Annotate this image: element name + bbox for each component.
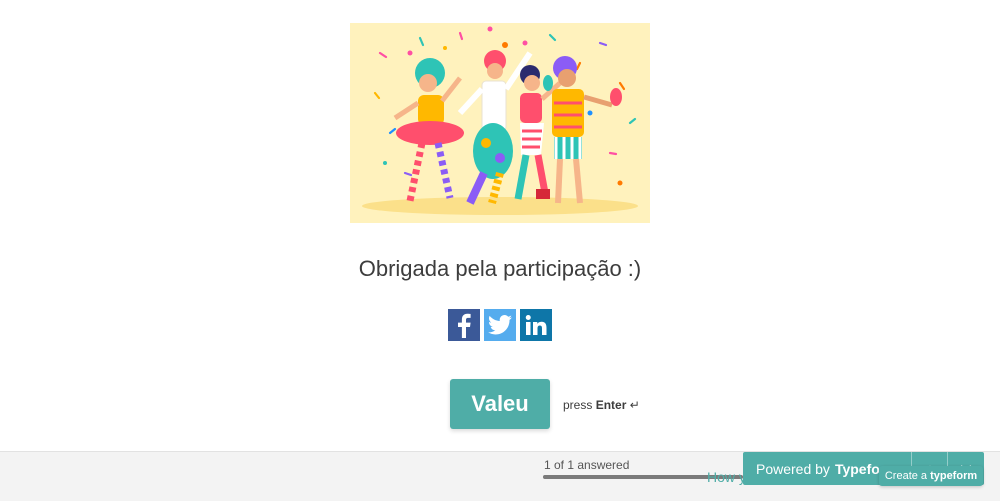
facebook-share-button[interactable]: [448, 309, 480, 341]
keyboard-hint: press Enter ↵: [563, 398, 640, 412]
create-a-typeform-button[interactable]: Create a typeform: [879, 466, 983, 486]
powered-prefix: Powered by: [756, 460, 830, 477]
thank-you-message: Obrigada pela participação :): [358, 256, 642, 281]
linkedin-icon: [525, 315, 547, 335]
hint-key: Enter: [595, 398, 627, 412]
carnival-illustration: [350, 23, 650, 223]
carnival-dancers-illustration: [362, 26, 638, 215]
linkedin-share-button[interactable]: [520, 309, 552, 341]
share-buttons: [448, 309, 552, 341]
facebook-icon: [458, 313, 471, 338]
create-prefix: Create a: [884, 470, 928, 482]
twitter-icon: [488, 315, 512, 335]
twitter-share-button[interactable]: [484, 309, 516, 341]
enter-return-icon: ↵: [629, 398, 640, 412]
valeu-button[interactable]: Valeu: [450, 379, 550, 429]
progress-text: 1 of 1 answered: [544, 458, 630, 472]
partial-footer-link[interactable]: How y: [707, 469, 746, 485]
create-brand: typeform: [930, 470, 978, 482]
hint-prefix: press: [563, 398, 593, 412]
